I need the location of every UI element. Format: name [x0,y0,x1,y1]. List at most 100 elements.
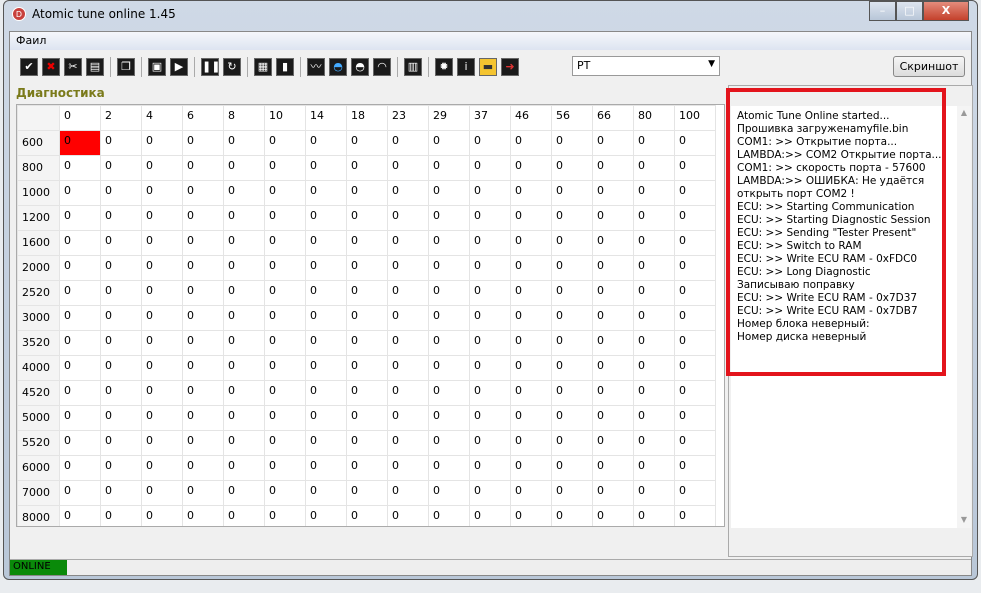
grid-cell[interactable]: 0 [633,230,675,256]
grid-cell[interactable]: 0 [551,430,593,456]
grid-cell[interactable]: 0 [182,480,224,506]
grid-cell[interactable]: 0 [428,405,470,431]
grid-cell[interactable]: 0 [264,155,306,181]
grid-cell[interactable]: 0 [592,455,634,481]
grid-cell[interactable]: 0 [592,480,634,506]
grid-cell[interactable]: 0 [305,455,347,481]
grid-cell[interactable]: 0 [223,280,265,306]
grid-cell[interactable]: 0 [510,455,552,481]
grid-cell[interactable]: 0 [346,380,388,406]
grid-cell[interactable]: 0 [223,305,265,331]
grid-cell[interactable]: 0 [59,280,101,306]
grid-cell[interactable]: 0 [223,330,265,356]
grid-cell[interactable]: 0 [469,405,511,431]
grid-cell[interactable]: 0 [223,455,265,481]
grid-cell[interactable]: 0 [469,330,511,356]
grid-cell[interactable]: 0 [428,205,470,231]
grid-cell[interactable]: 0 [551,130,593,156]
grid-cell[interactable]: 0 [264,330,306,356]
grid-cell[interactable]: 0 [592,130,634,156]
grid-cell[interactable]: 0 [551,480,593,506]
grid-cell[interactable]: 0 [592,230,634,256]
grid-cell[interactable]: 0 [387,130,429,156]
grid-cell[interactable]: 0 [59,480,101,506]
grid-cell[interactable]: 0 [633,130,675,156]
grid-cell[interactable]: 0 [305,305,347,331]
grid-cell[interactable]: 0 [182,280,224,306]
grid-cell[interactable]: 0 [100,380,142,406]
grid-cell[interactable]: 0 [592,405,634,431]
grid-cell[interactable]: 0 [551,505,593,526]
grid-cell[interactable]: 0 [346,205,388,231]
grid-cell[interactable]: 0 [428,330,470,356]
grid-cell[interactable]: 0 [428,430,470,456]
grid-cell[interactable]: 0 [633,505,675,526]
grid-cell[interactable]: 0 [592,305,634,331]
settings-icon[interactable]: ✹ [435,58,453,76]
grid-cell[interactable]: 0 [59,130,101,156]
grid-cell[interactable]: 0 [59,355,101,381]
grid-cell[interactable]: 0 [674,280,716,306]
grid-cell[interactable]: 0 [264,280,306,306]
grid-cell[interactable]: 0 [305,205,347,231]
grid-cell[interactable]: 0 [59,380,101,406]
grid-cell[interactable]: 0 [428,130,470,156]
grid-cell[interactable]: 0 [346,355,388,381]
grid-cell[interactable]: 0 [182,230,224,256]
grid-cell[interactable]: 0 [387,405,429,431]
grid-cell[interactable]: 0 [59,155,101,181]
grid-cell[interactable]: 0 [387,355,429,381]
grid-cell[interactable]: 0 [264,180,306,206]
grid-cell[interactable]: 0 [633,280,675,306]
grid-cell[interactable]: 0 [674,380,716,406]
grid-cell[interactable]: 0 [305,355,347,381]
grid-cell[interactable]: 0 [305,255,347,281]
tools-icon[interactable]: ✂ [64,58,82,76]
grid-cell[interactable]: 0 [305,405,347,431]
grid-cell[interactable]: 0 [592,505,634,526]
grid-cell[interactable]: 0 [633,330,675,356]
grid-cell[interactable]: 0 [141,330,183,356]
grid-cell[interactable]: 0 [428,455,470,481]
grid-cell[interactable]: 0 [387,180,429,206]
grid-cell[interactable]: 0 [633,480,675,506]
grid-cell[interactable]: 0 [141,480,183,506]
gauge-icon[interactable]: ◠ [373,58,391,76]
grid-cell[interactable]: 0 [387,255,429,281]
bar-chart-icon[interactable]: ▮ [276,58,294,76]
grid-cell[interactable]: 0 [141,355,183,381]
grid-cell[interactable]: 0 [674,205,716,231]
grid-cell[interactable]: 0 [305,505,347,526]
grid-cell[interactable]: 0 [264,405,306,431]
grid-cell[interactable]: 0 [141,280,183,306]
grid-cell[interactable]: 0 [346,480,388,506]
menu-file[interactable]: Фаил [16,34,46,47]
grid-cell[interactable]: 0 [428,480,470,506]
grid-cell[interactable]: 0 [674,355,716,381]
grid-cell[interactable]: 0 [141,155,183,181]
grid-cell[interactable]: 0 [100,255,142,281]
grid-cell[interactable]: 0 [223,355,265,381]
grid-cell[interactable]: 0 [428,355,470,381]
grid-cell[interactable]: 0 [305,380,347,406]
grid-cell[interactable]: 0 [469,255,511,281]
grid-cell[interactable]: 0 [182,330,224,356]
grid-cell[interactable]: 0 [387,380,429,406]
grid-cell[interactable]: 0 [100,405,142,431]
minimize-button[interactable]: – [869,1,896,21]
grid-cell[interactable]: 0 [182,255,224,281]
screenshot-button[interactable]: Скриншот [893,56,965,77]
grid-cell[interactable]: 0 [592,180,634,206]
grid-cell[interactable]: 0 [428,255,470,281]
grid-cell[interactable]: 0 [633,405,675,431]
grid-cell[interactable]: 0 [141,130,183,156]
grid-cell[interactable]: 0 [674,230,716,256]
close-button[interactable]: X [923,1,969,21]
grid-cell[interactable]: 0 [551,180,593,206]
grid-cell[interactable]: 0 [469,305,511,331]
grid-cell[interactable]: 0 [100,505,142,526]
grid-cell[interactable]: 0 [59,505,101,526]
grid-cell[interactable]: 0 [387,305,429,331]
table-icon[interactable]: ▦ [254,58,272,76]
grid-cell[interactable]: 0 [264,455,306,481]
